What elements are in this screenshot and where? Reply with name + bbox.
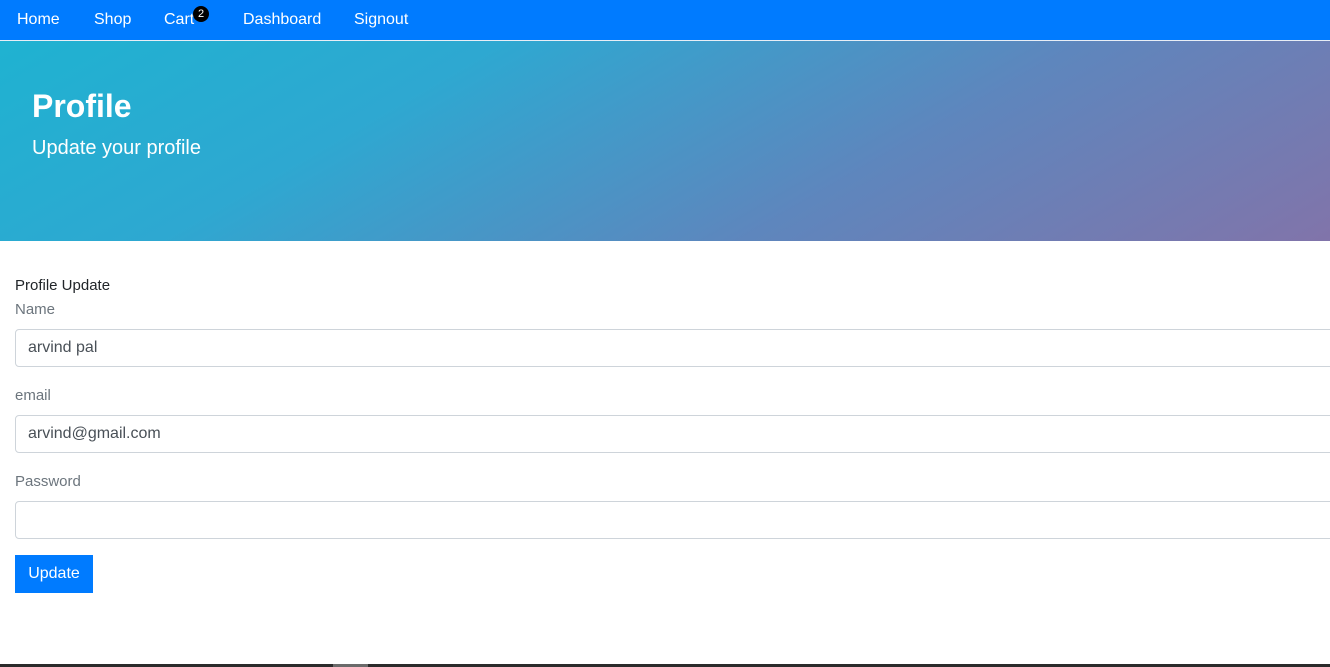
name-label: Name xyxy=(15,301,56,318)
email-input[interactable] xyxy=(15,415,1330,453)
password-label: Password xyxy=(15,473,81,490)
name-input[interactable] xyxy=(15,329,1330,367)
profile-hero-banner: Profile Update your profile xyxy=(0,41,1330,241)
nav-cart-link[interactable]: Cart xyxy=(164,11,194,29)
cart-count-badge: 2 xyxy=(193,6,209,22)
password-input[interactable] xyxy=(15,501,1330,539)
email-label: email xyxy=(15,387,51,404)
nav-shop-link[interactable]: Shop xyxy=(94,11,131,29)
nav-dashboard-link[interactable]: Dashboard xyxy=(243,11,321,29)
page-title: Profile xyxy=(32,88,132,124)
form-heading: Profile Update xyxy=(15,277,111,294)
nav-signout-link[interactable]: Signout xyxy=(354,11,408,29)
page-subtitle: Update your profile xyxy=(32,137,201,159)
update-button[interactable]: Update xyxy=(15,555,93,593)
nav-home-link[interactable]: Home xyxy=(17,11,60,29)
top-navbar: Home Shop Cart 2 Dashboard Signout xyxy=(0,0,1330,41)
